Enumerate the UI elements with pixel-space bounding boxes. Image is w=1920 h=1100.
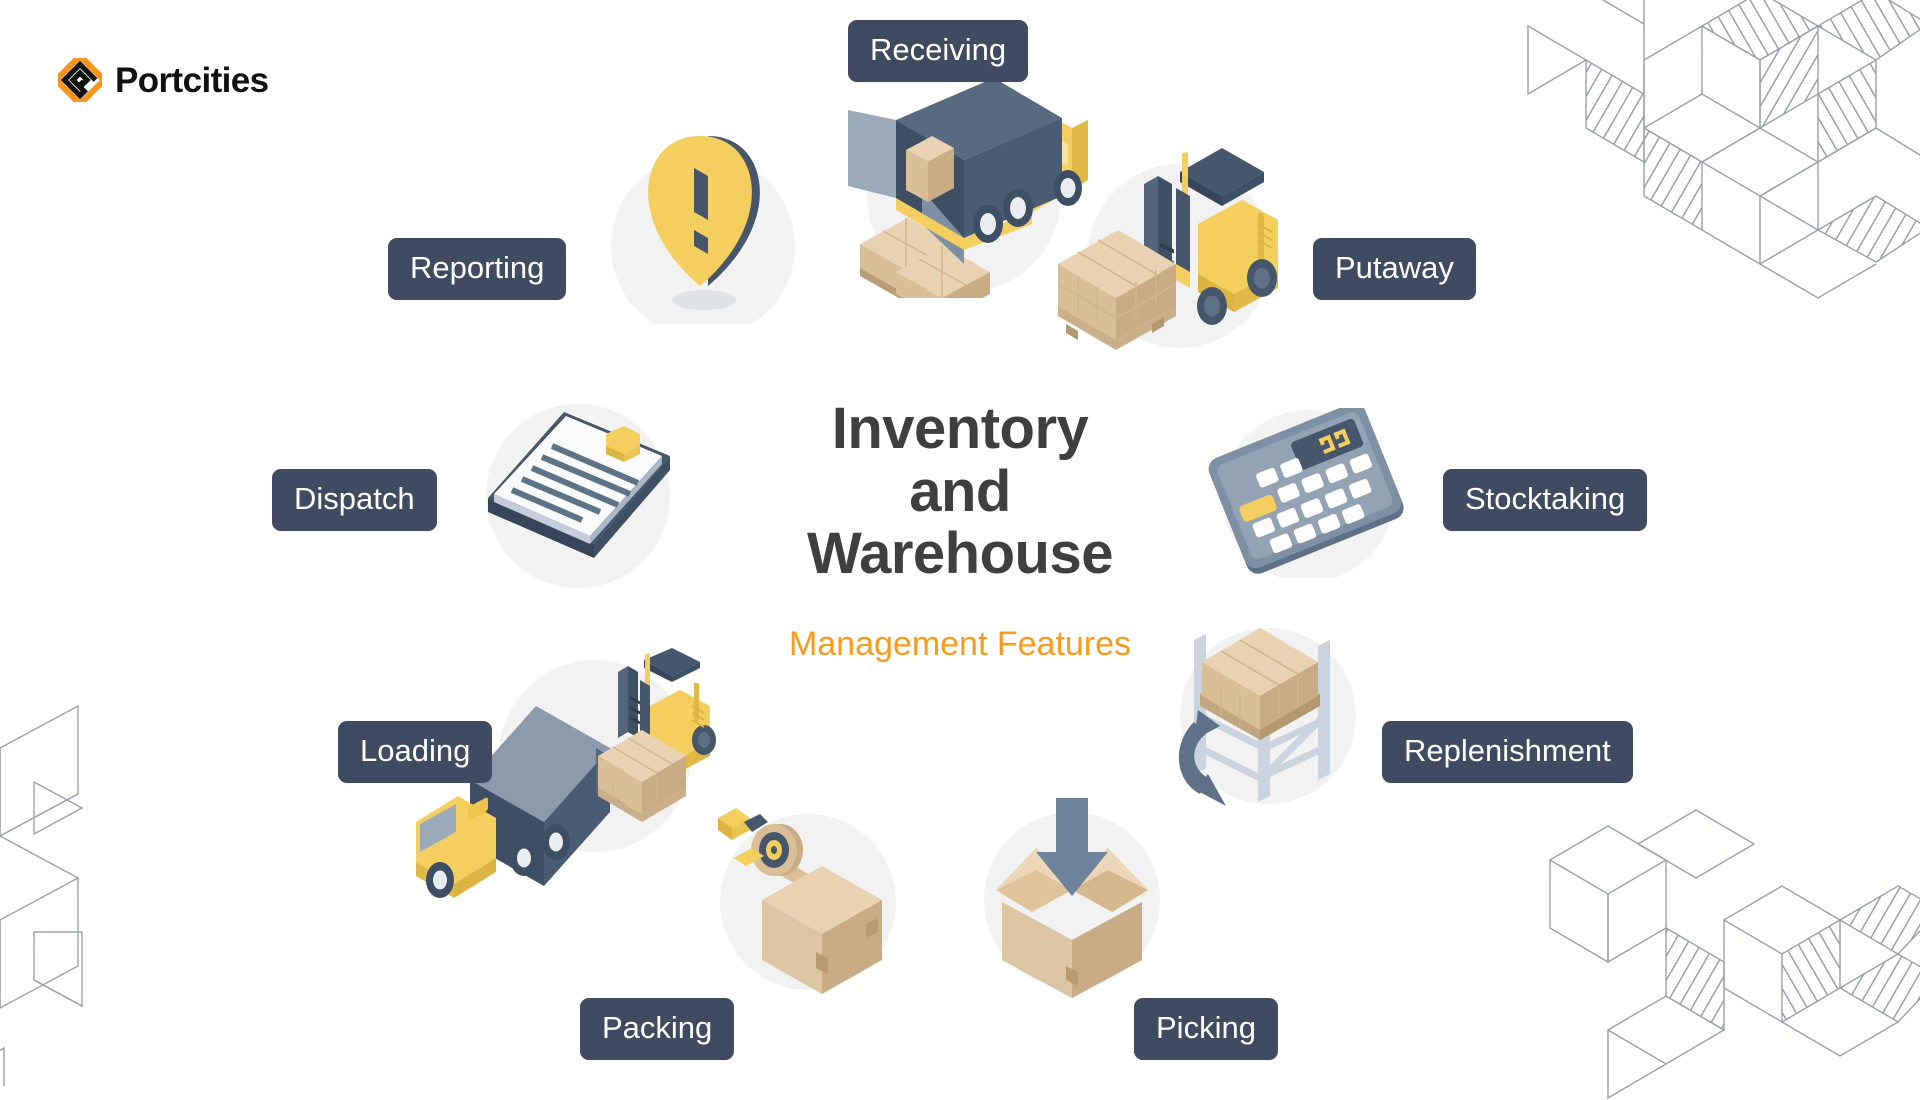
title-line-1: Inventory [831, 396, 1089, 461]
feature-label-putaway[interactable]: Putaway [1313, 238, 1476, 300]
feature-label-loading[interactable]: Loading [338, 721, 493, 783]
feature-label-replenishment[interactable]: Replenishment [1382, 721, 1633, 783]
feature-label-stocktaking[interactable]: Stocktaking [1443, 469, 1648, 531]
logo-wordmark: Portcities [115, 60, 269, 100]
portcities-diamond-logo-icon [58, 58, 102, 102]
isometric-cube-pattern-icon [1548, 809, 1920, 1100]
portcities-logo[interactable]: Portcities [58, 58, 269, 102]
clipboard-document-icon [486, 404, 670, 588]
page-subtitle: Management Features [788, 625, 1132, 663]
feature-label-reporting[interactable]: Reporting [388, 238, 567, 300]
feature-label-packing[interactable]: Packing [580, 998, 735, 1060]
feature-label-picking[interactable]: Picking [1134, 998, 1278, 1060]
feature-label-receiving[interactable]: Receiving [848, 20, 1029, 82]
title-line-3: Warehouse [807, 521, 1113, 587]
pallet-rack-refresh-icon [1178, 628, 1356, 806]
feature-label-dispatch[interactable]: Dispatch [272, 469, 437, 531]
calculator-icon [1208, 408, 1404, 578]
forklift-pallet-icon [1057, 148, 1278, 350]
alert-pin-exclamation-icon [611, 136, 795, 324]
isometric-cube-pattern-icon [1527, 0, 1920, 299]
open-box-down-arrow-icon [984, 798, 1160, 998]
isometric-cube-pattern-icon [0, 704, 84, 1086]
